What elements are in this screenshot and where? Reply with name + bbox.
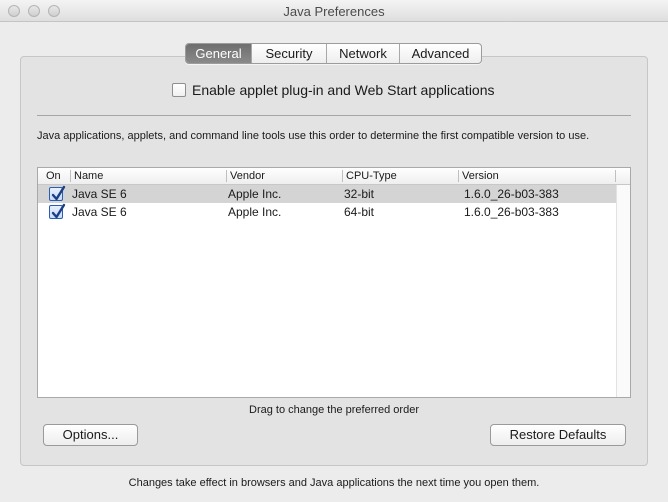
table-scrollbar[interactable]	[616, 185, 630, 397]
enable-applet-option[interactable]: Enable applet plug-in and Web Start appl…	[172, 81, 495, 99]
row-version: 1.6.0_26-b03-383	[464, 187, 559, 201]
column-divider[interactable]	[226, 170, 227, 182]
column-header-name[interactable]: Name	[74, 170, 103, 184]
column-divider[interactable]	[70, 170, 71, 182]
column-divider[interactable]	[342, 170, 343, 182]
row-enabled-checkbox[interactable]	[49, 203, 66, 219]
row-name: Java SE 6	[72, 187, 127, 201]
java-versions-table[interactable]: On Name Vendor CPU-Type Version Java SE …	[37, 167, 631, 398]
tab-bar: General Security Network Advanced	[185, 43, 482, 64]
enable-applet-label: Enable applet plug-in and Web Start appl…	[192, 82, 495, 98]
row-vendor: Apple Inc.	[228, 187, 282, 201]
table-header: On Name Vendor CPU-Type Version	[38, 168, 630, 185]
order-description: Java applications, applets, and command …	[37, 130, 590, 142]
tab-network[interactable]: Network	[327, 44, 400, 63]
row-name: Java SE 6	[72, 205, 127, 219]
tab-security[interactable]: Security	[252, 44, 327, 63]
drag-hint: Drag to change the preferred order	[249, 404, 419, 416]
enable-applet-checkbox[interactable]	[172, 83, 186, 97]
tab-advanced[interactable]: Advanced	[400, 44, 481, 63]
column-header-version[interactable]: Version	[462, 170, 499, 184]
column-divider[interactable]	[458, 170, 459, 182]
table-row[interactable]: Java SE 6 Apple Inc. 64-bit 1.6.0_26-b03…	[38, 203, 616, 221]
row-enabled-checkbox[interactable]	[49, 185, 66, 201]
checkmark-icon	[51, 185, 66, 201]
title-bar: Java Preferences	[0, 0, 668, 22]
row-vendor: Apple Inc.	[228, 205, 282, 219]
restore-defaults-button[interactable]: Restore Defaults	[490, 424, 626, 446]
table-row[interactable]: Java SE 6 Apple Inc. 32-bit 1.6.0_26-b03…	[38, 185, 616, 203]
window-title: Java Preferences	[283, 4, 385, 19]
column-header-vendor[interactable]: Vendor	[230, 170, 265, 184]
footer-note: Changes take effect in browsers and Java…	[128, 477, 540, 489]
column-header-cpu-type[interactable]: CPU-Type	[346, 170, 397, 184]
tab-general[interactable]: General	[186, 44, 252, 63]
options-button[interactable]: Options...	[43, 424, 138, 446]
row-cpu-type: 64-bit	[344, 205, 375, 219]
row-version: 1.6.0_26-b03-383	[464, 205, 559, 219]
java-preferences-window: Java Preferences General Security Networ…	[0, 0, 668, 502]
column-divider	[615, 170, 616, 182]
checkmark-icon	[51, 203, 66, 219]
row-cpu-type: 32-bit	[344, 187, 375, 201]
column-header-on[interactable]: On	[46, 170, 61, 184]
separator	[37, 115, 631, 116]
